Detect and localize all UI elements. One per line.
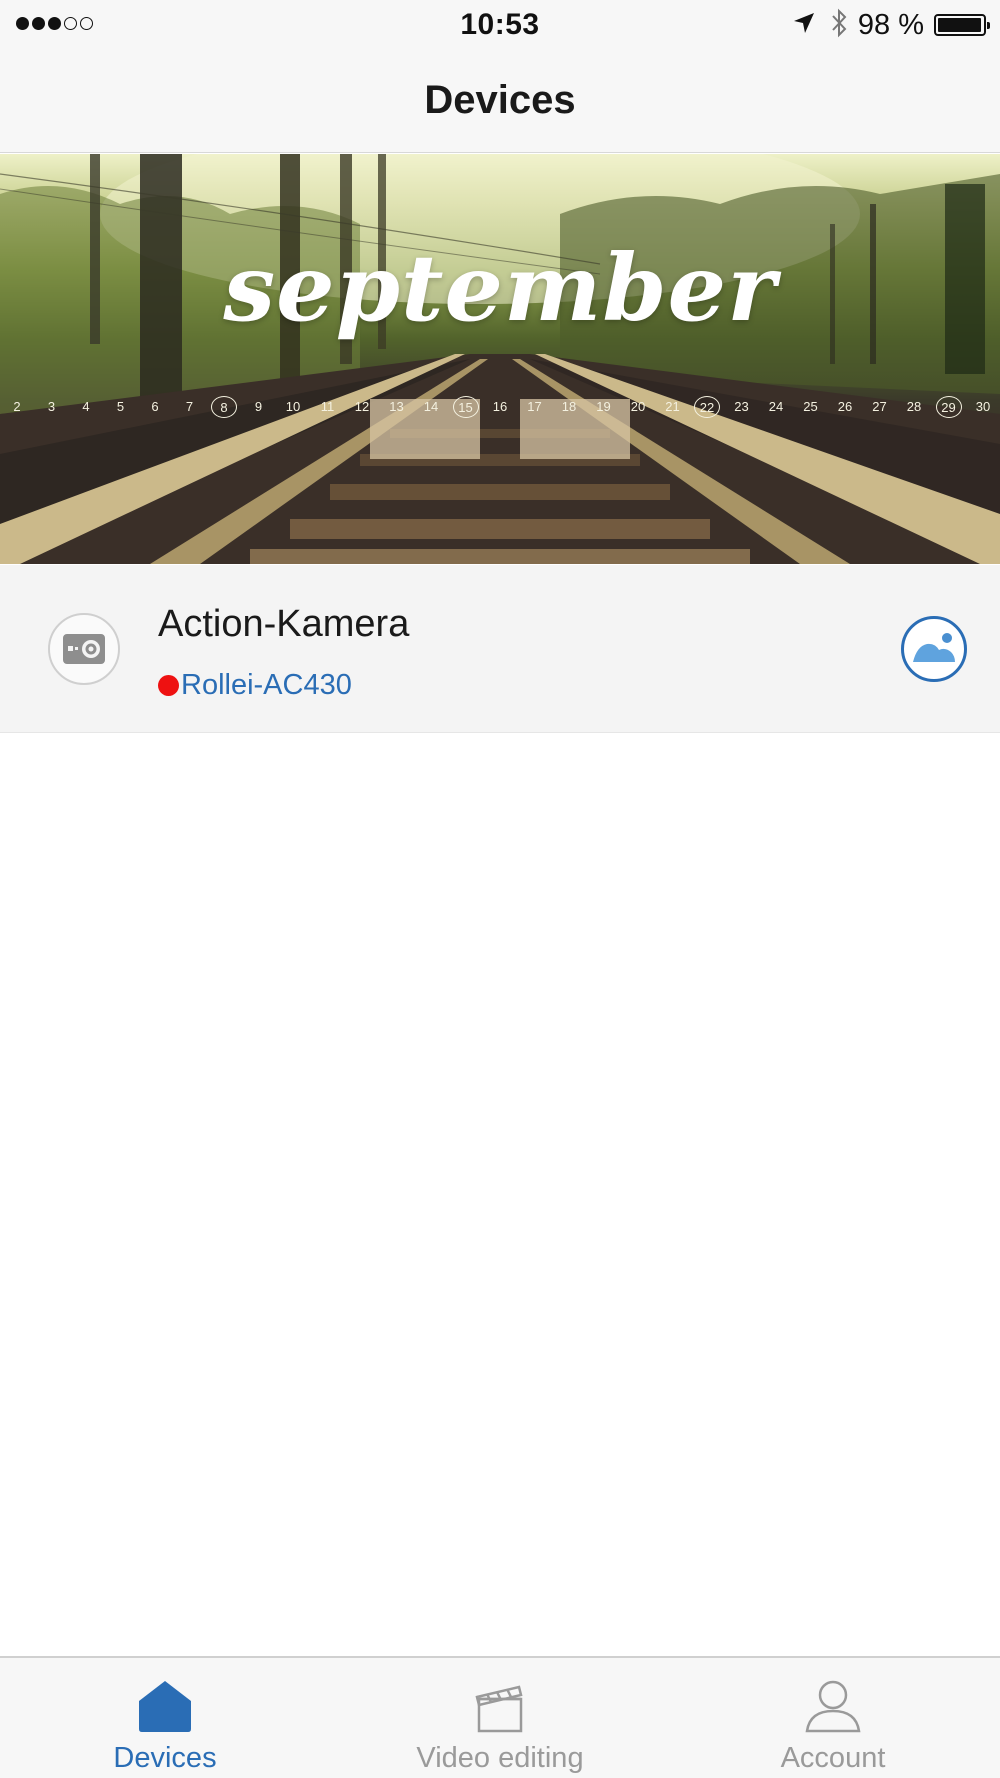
connection-status-dot (158, 675, 179, 696)
tab-video-editing[interactable]: Video editing (390, 1676, 610, 1775)
camera-icon (48, 613, 120, 685)
calendar-day: 5 (116, 399, 125, 414)
tab-account[interactable]: Account (723, 1676, 943, 1775)
calendar-day: 24 (768, 399, 784, 414)
battery-percent: 98 % (857, 8, 924, 41)
tab-account-label: Account (780, 1742, 886, 1774)
calendar-day: 12 (354, 399, 370, 414)
calendar-day: 27 (872, 399, 887, 414)
banner-image: september 2 3 4 5 6 7 8 9 10 11 12 13 14 15 16 17 18 19 20… (0, 154, 1000, 564)
tab-bar: Devices Video editing Account (0, 1656, 1000, 1778)
device-model: Rollei-AC430 (181, 669, 352, 701)
calendar-day: 25 (803, 399, 818, 414)
gallery-icon (913, 633, 955, 662)
device-list-item[interactable]: Action-Kamera Rollei-AC430 (0, 565, 1000, 733)
calendar-day: 22 (694, 396, 720, 418)
calendar-day: 29 (935, 396, 962, 418)
calendar-day: 4 (82, 399, 90, 414)
navigation-bar: Devices (0, 50, 1000, 153)
calendar-day: 9 (254, 399, 263, 414)
calendar-day: 18 (561, 399, 577, 414)
calendar-day: 23 (734, 399, 749, 414)
user-icon (804, 1676, 862, 1736)
calendar-day: 17 (527, 399, 542, 414)
calendar-day: 30 (975, 399, 991, 414)
clapperboard-icon (475, 1676, 525, 1736)
calendar-day: 16 (492, 399, 508, 414)
calendar-day: 13 (389, 399, 404, 414)
calendar-day: 7 (185, 399, 194, 414)
tab-video-editing-label: Video editing (416, 1742, 584, 1774)
calendar-day: 21 (665, 399, 680, 414)
calendar-day-strip: 2 3 4 5 6 7 8 9 10 11 12 13 14 15 16 17 18 19 20 21 22 23 24 25… (0, 392, 1000, 422)
calendar-day: 8 (211, 396, 237, 418)
calendar-day: 15 (452, 396, 479, 418)
calendar-day: 26 (837, 399, 853, 414)
calendar-day: 14 (423, 399, 439, 414)
calendar-day: 28 (906, 399, 922, 414)
gallery-button[interactable] (901, 616, 967, 682)
page-title: Devices (424, 78, 576, 122)
railway-scene-illustration (0, 154, 1000, 564)
calendar-day: 2 (13, 399, 21, 414)
calendar-day: 11 (320, 399, 335, 414)
home-icon (137, 1676, 193, 1736)
calendar-day: 3 (47, 399, 56, 414)
tab-devices[interactable]: Devices (55, 1676, 275, 1775)
status-bar: 10:53 98 % (0, 0, 1000, 50)
calendar-day: 6 (151, 399, 159, 414)
calendar-day: 19 (596, 399, 611, 414)
location-arrow-icon (792, 11, 816, 40)
calendar-day: 20 (630, 399, 646, 414)
banner-month-word: september (223, 234, 777, 342)
tab-devices-label: Devices (113, 1742, 217, 1774)
battery-icon (934, 14, 990, 36)
bluetooth-icon (830, 8, 848, 43)
device-name: Action-Kamera (158, 603, 410, 645)
calendar-day: 10 (285, 399, 301, 414)
